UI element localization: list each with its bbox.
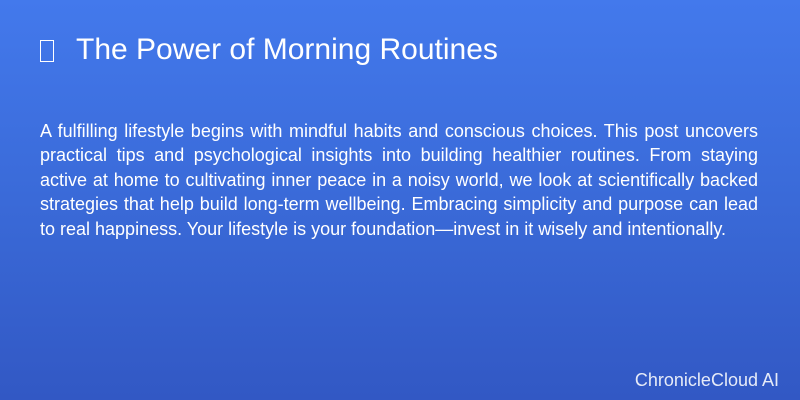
post-body: A fulfilling lifestyle begins with mindf…: [40, 121, 758, 239]
missing-glyph-icon: [40, 40, 54, 62]
post-title: The Power of Morning Routines: [76, 33, 498, 66]
brand-footer: ChronicleCloud AI: [634, 370, 779, 390]
post-card: The Power of Morning Routines A fulfilli…: [0, 0, 800, 400]
title-row: The Power of Morning Routines: [40, 28, 498, 72]
